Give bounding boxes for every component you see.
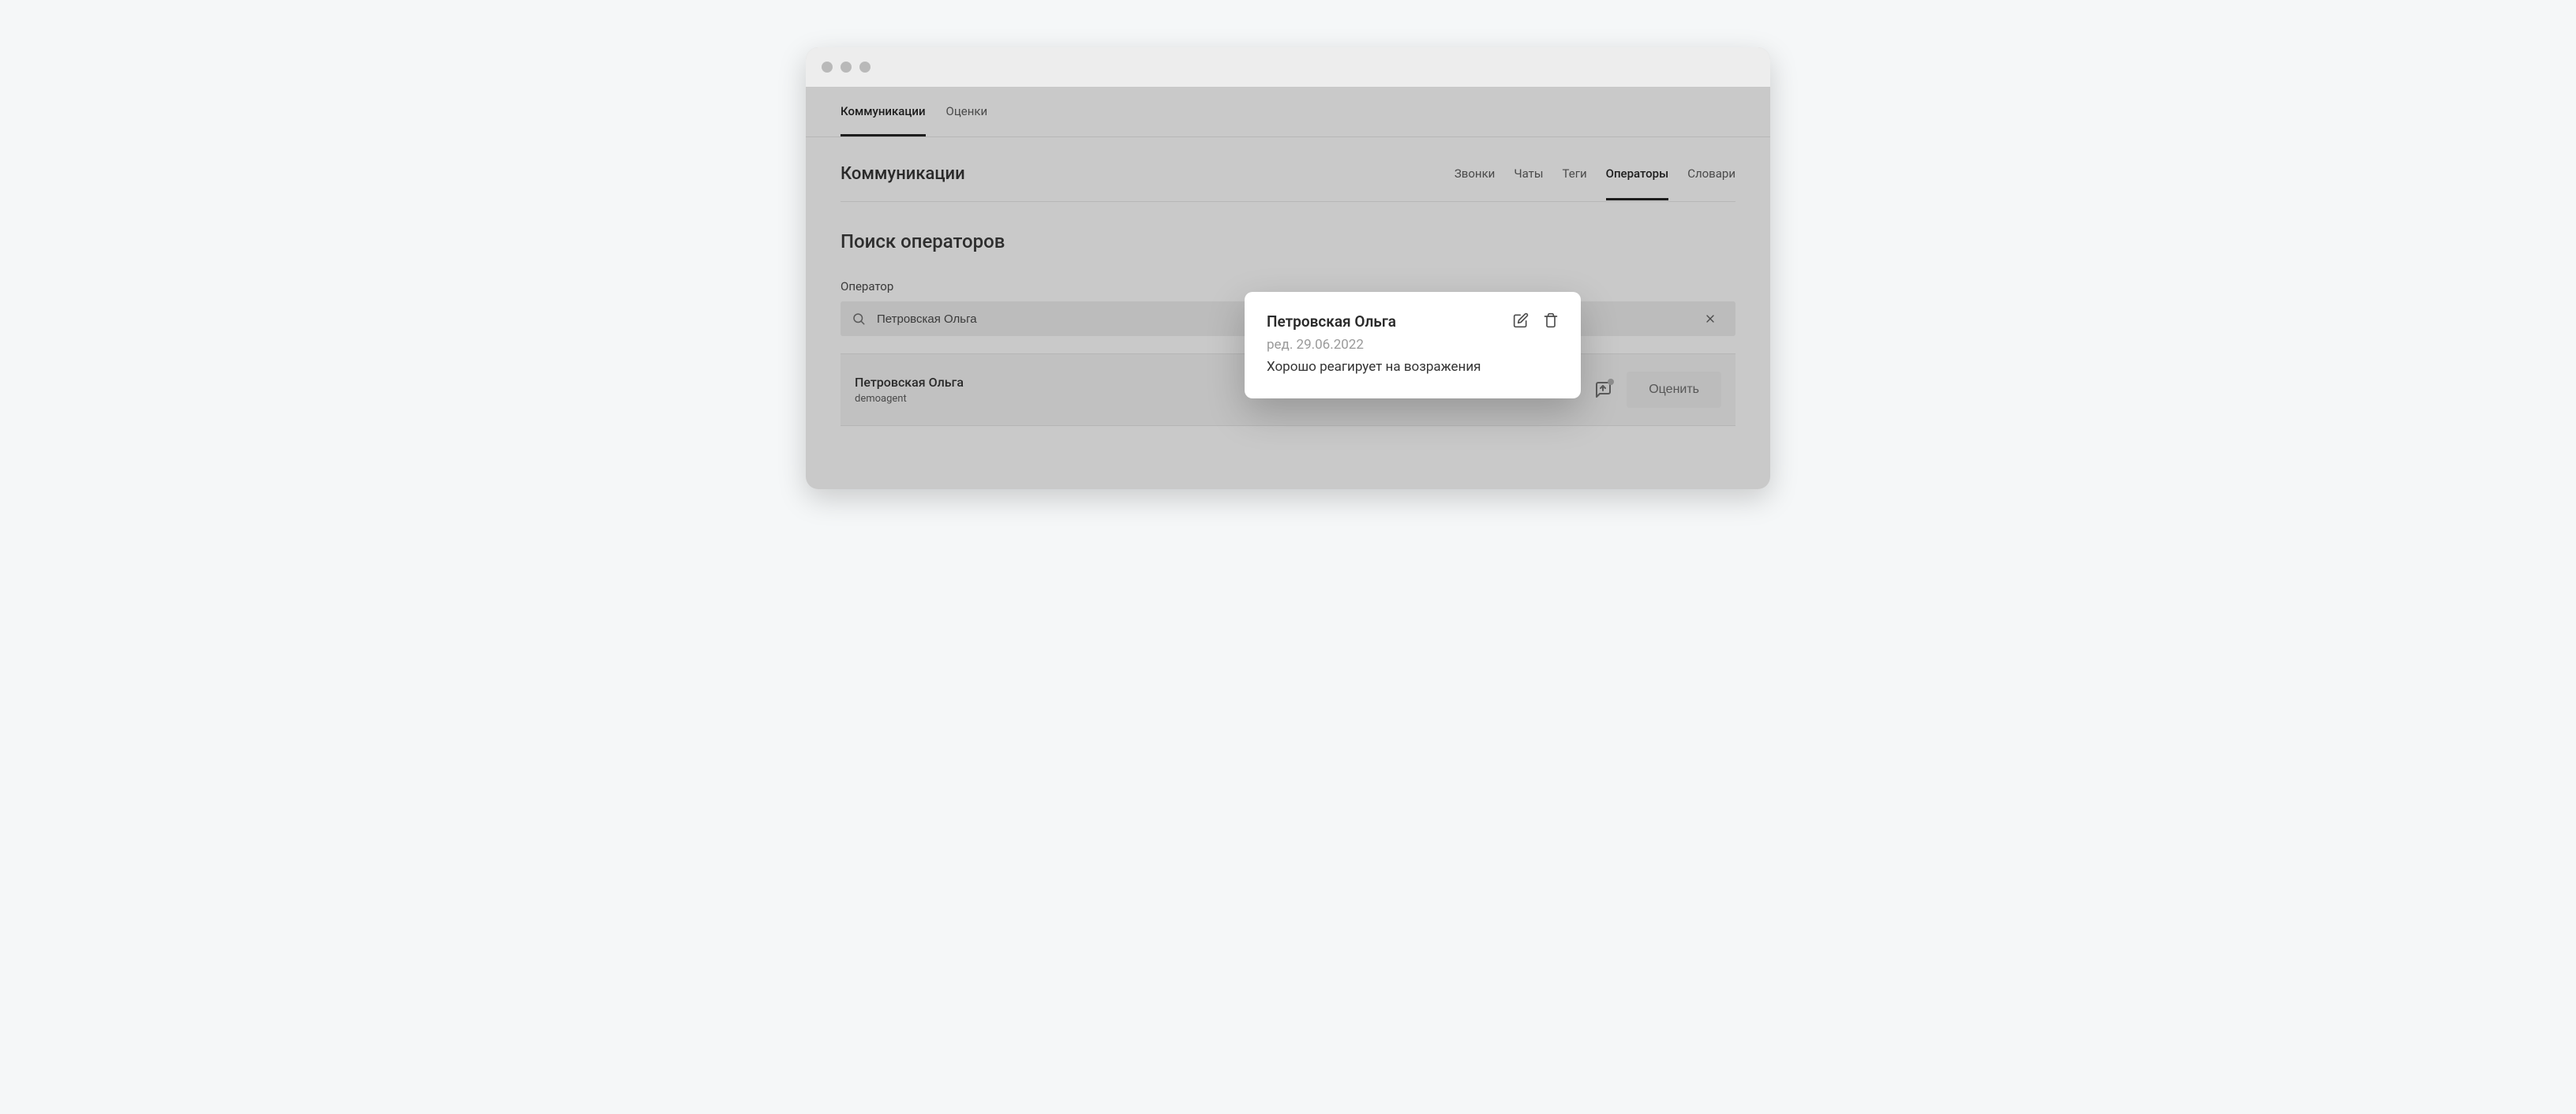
operator-login: demoagent	[855, 393, 964, 405]
subtab-operators[interactable]: Операторы	[1606, 166, 1669, 200]
top-nav: Коммуникации Оценки	[806, 87, 1770, 137]
traffic-light-max[interactable]	[859, 62, 871, 73]
popover-body: Хорошо реагирует на возражения	[1267, 359, 1559, 375]
topnav-ratings[interactable]: Оценки	[946, 87, 988, 136]
subtabs: Звонки Чаты Теги Операторы Словари	[1455, 166, 1735, 182]
search-icon	[852, 312, 866, 326]
rate-button[interactable]: Оценить	[1627, 372, 1721, 408]
operator-actions: Оценить	[1593, 372, 1721, 408]
traffic-light-close[interactable]	[822, 62, 833, 73]
subtab-tags[interactable]: Теги	[1563, 166, 1587, 200]
clear-search-icon[interactable]	[1696, 312, 1724, 325]
subtab-chats[interactable]: Чаты	[1514, 166, 1543, 200]
delete-icon[interactable]	[1543, 312, 1559, 328]
operator-note-popover: Петровская Ольга	[1245, 292, 1581, 398]
traffic-light-min[interactable]	[841, 62, 852, 73]
popover-meta: ред. 29.06.2022	[1267, 337, 1559, 353]
operator-name: Петровская Ольга	[855, 375, 964, 390]
popover-title: Петровская Ольга	[1267, 312, 1396, 331]
subtab-dictionaries[interactable]: Словари	[1687, 166, 1735, 200]
operator-info: Петровская Ольга demoagent	[855, 375, 964, 405]
notes-badge	[1608, 379, 1614, 385]
edit-icon[interactable]	[1513, 312, 1529, 328]
page-subtitle: Поиск операторов	[841, 230, 1735, 252]
section-title: Коммуникации	[841, 164, 965, 184]
app-window: Коммуникации Оценки Коммуникации Звонки …	[806, 47, 1770, 489]
subtab-calls[interactable]: Звонки	[1455, 166, 1495, 200]
window-titlebar	[806, 47, 1770, 87]
topnav-communications[interactable]: Коммуникации	[841, 87, 926, 136]
section-header: Коммуникации Звонки Чаты Теги Операторы …	[841, 164, 1735, 202]
notes-icon[interactable]	[1593, 380, 1612, 399]
